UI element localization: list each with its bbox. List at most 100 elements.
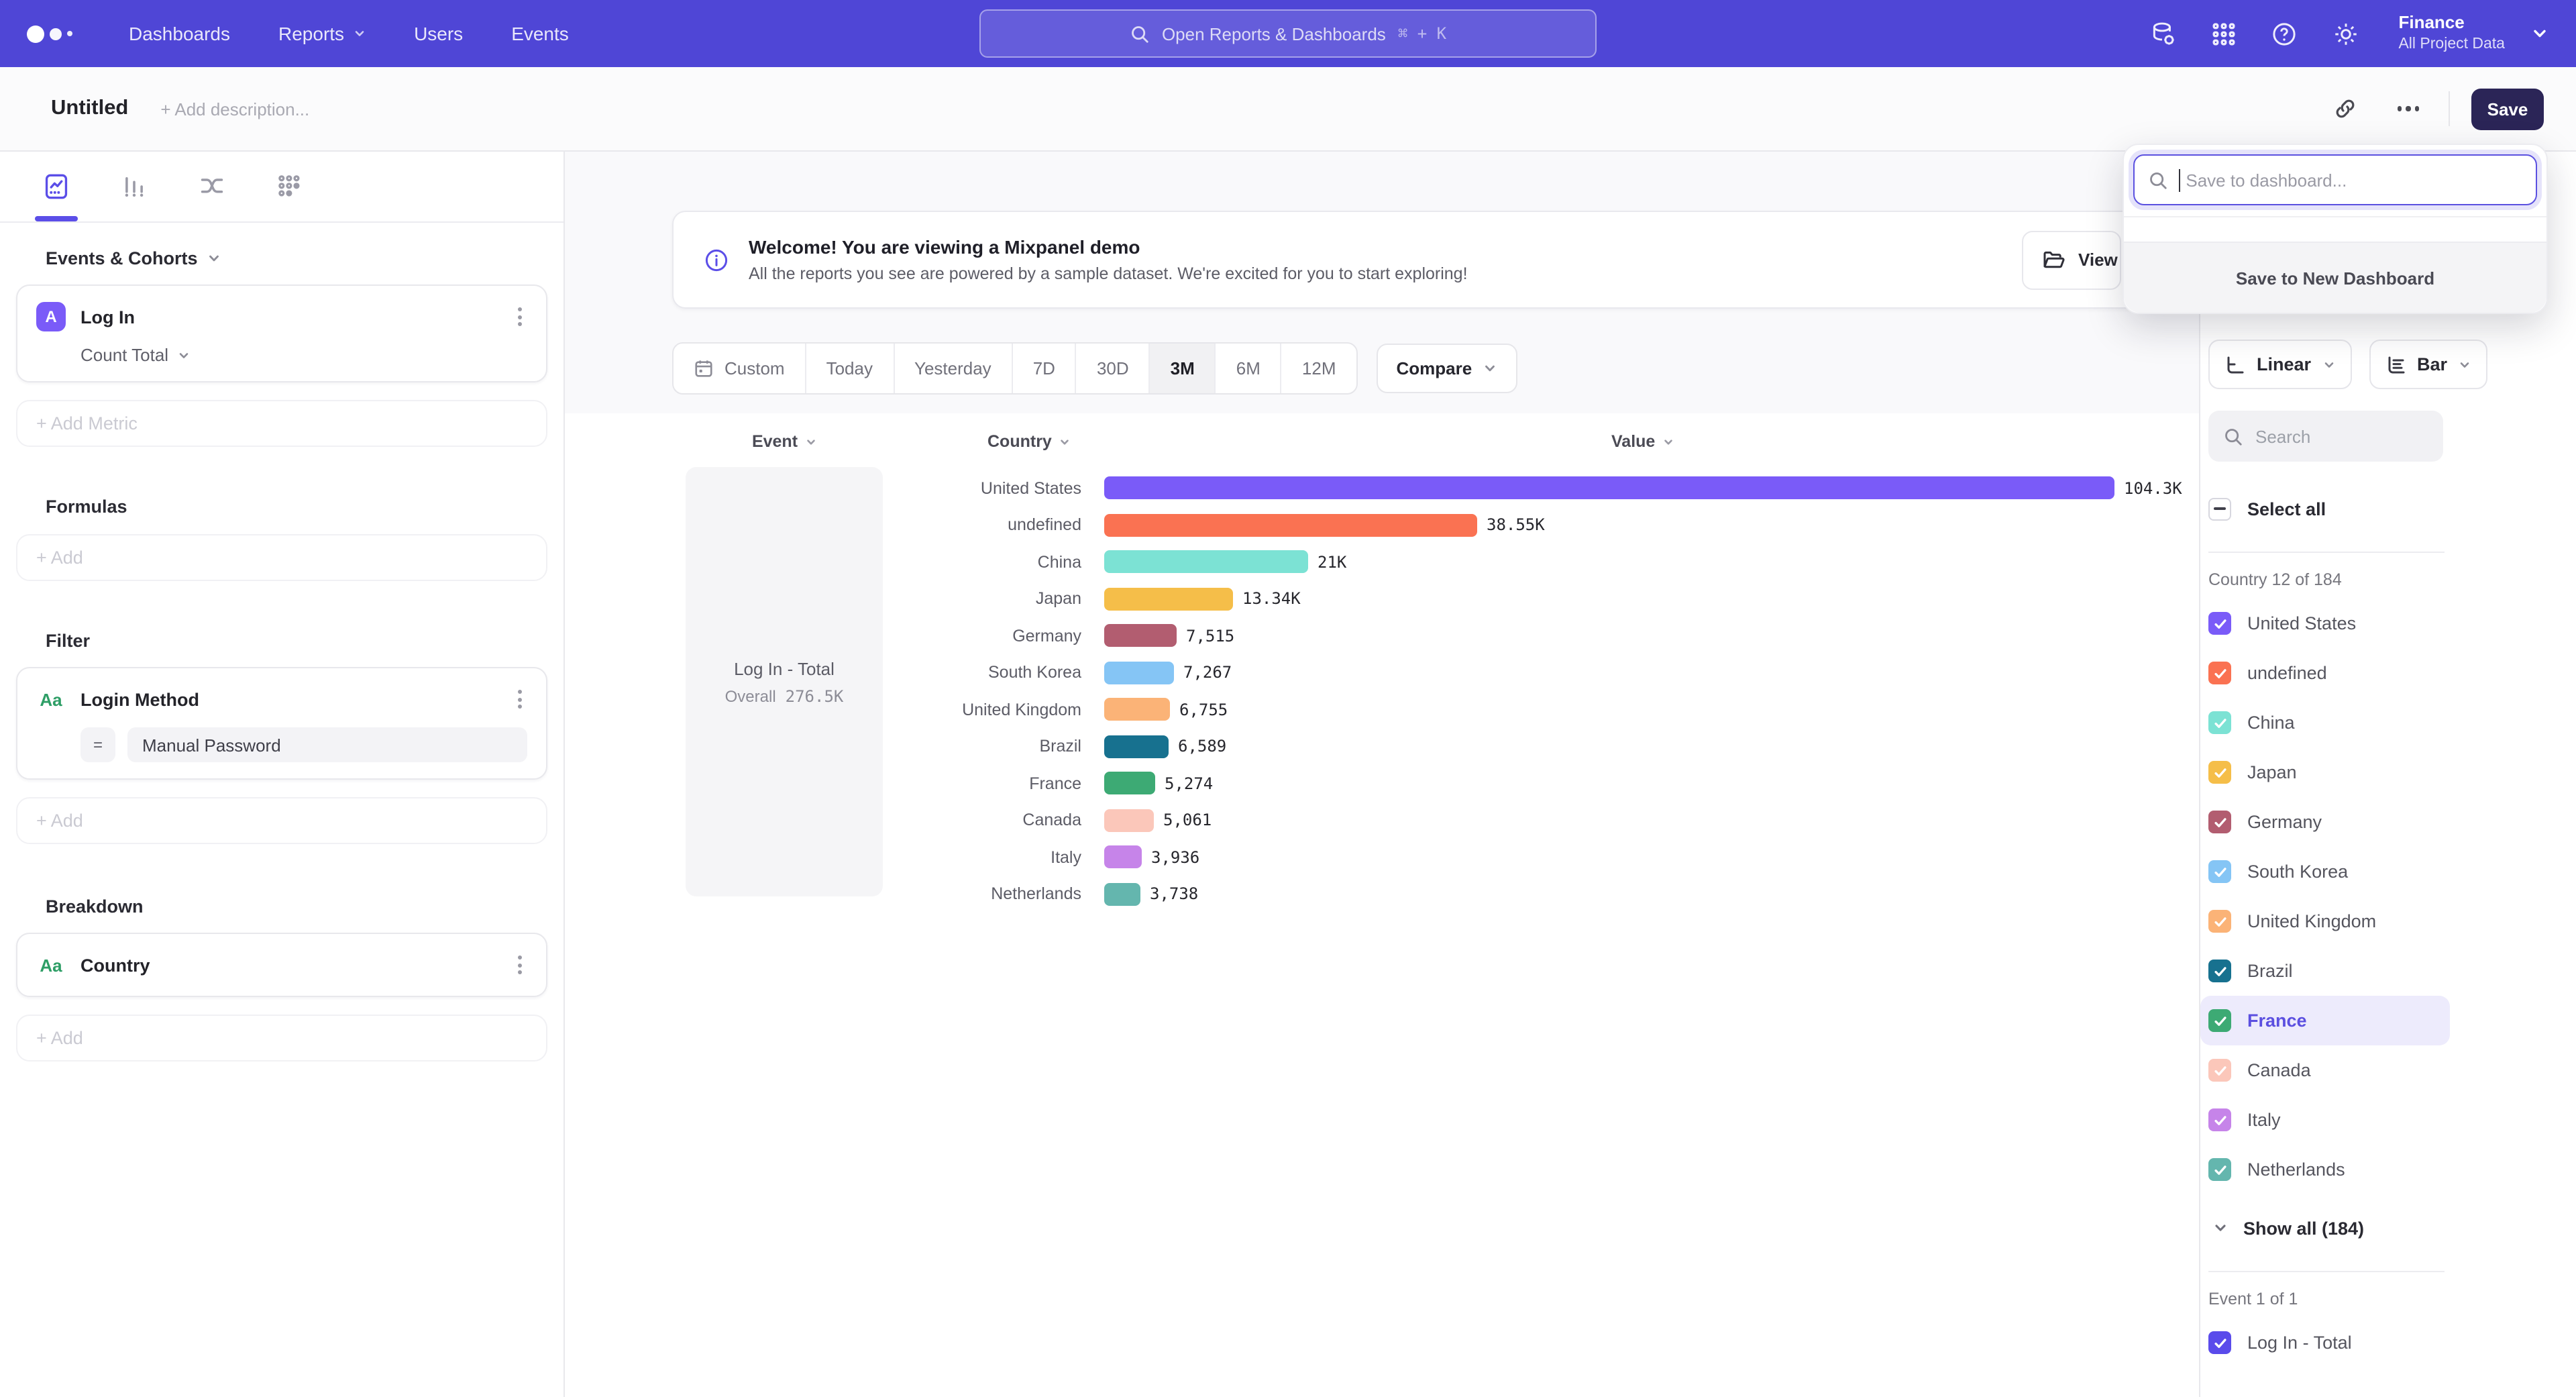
bar-united-kingdom[interactable] (1104, 698, 1170, 721)
mixpanel-logo[interactable] (27, 25, 72, 42)
value-scale-dropdown[interactable]: Linear (2208, 340, 2351, 389)
nav-item-users[interactable]: Users (414, 23, 463, 44)
chart-type-dropdown[interactable]: Bar (2369, 340, 2487, 389)
chevron-down-icon (804, 435, 816, 448)
country-item-netherlands[interactable]: Netherlands (2200, 1145, 2450, 1194)
range-yesterday[interactable]: Yesterday (894, 344, 1013, 393)
column-header-event[interactable]: Event (686, 432, 883, 451)
range-30d[interactable]: 30D (1077, 344, 1150, 393)
breakdown-property-name[interactable]: Country (80, 955, 150, 975)
tab-retention[interactable] (268, 152, 311, 221)
range-12m[interactable]: 12M (1282, 344, 1356, 393)
country-item-france[interactable]: France (2200, 996, 2450, 1045)
show-all-button[interactable]: Show all (184) (2208, 1208, 2576, 1248)
report-title[interactable]: Untitled (51, 97, 128, 121)
add-formula-button[interactable]: + Add (16, 534, 547, 581)
bar-canada[interactable] (1104, 809, 1154, 832)
copy-link-icon[interactable] (2324, 89, 2365, 129)
tab-insights[interactable] (35, 152, 78, 221)
bar-france[interactable] (1104, 772, 1155, 795)
breakdown-kebab-menu[interactable] (513, 950, 527, 980)
event-cell[interactable]: Log In - Total Overall 276.5K (686, 467, 883, 896)
metric-kebab-menu[interactable] (513, 302, 527, 331)
bar-south-korea[interactable] (1104, 662, 1174, 684)
add-breakdown-button[interactable]: + Add (16, 1015, 547, 1062)
legend-search-input[interactable]: Search (2208, 411, 2443, 462)
check-icon (2212, 1112, 2228, 1128)
save-to-new-dashboard-button[interactable]: Save to New Dashboard (2124, 242, 2546, 313)
filter-card-login-method[interactable]: Aa Login Method = Manual Password (16, 667, 547, 780)
save-input-placeholder: Save to dashboard... (2186, 170, 2347, 190)
bar-brazil[interactable] (1104, 735, 1169, 758)
filter-value[interactable]: Manual Password (127, 727, 527, 762)
column-header-country[interactable]: Country (987, 432, 1071, 451)
chart-row-italy: Italy3,936 (887, 839, 2152, 876)
project-switcher[interactable]: Finance All Project Data (2398, 13, 2505, 54)
breakdown-header: Breakdown (46, 896, 547, 917)
project-name: Finance (2398, 13, 2505, 34)
more-options-button[interactable] (2389, 99, 2427, 119)
view-dataset-button[interactable]: View (2022, 230, 2121, 289)
report-main: Welcome! You are viewing a Mixpanel demo… (565, 152, 2199, 1397)
bar-italy[interactable] (1104, 846, 1142, 869)
country-item-undefined[interactable]: undefined (2200, 648, 2450, 698)
data-management-icon[interactable] (2149, 19, 2177, 48)
checkbox-checked-icon (2208, 1059, 2231, 1082)
aggregation-dropdown[interactable]: Count Total (80, 345, 527, 365)
range-3m[interactable]: 3M (1150, 344, 1216, 393)
range-custom[interactable]: Custom (674, 344, 806, 393)
bar-value-label: 3,936 (1151, 848, 1199, 867)
add-metric-button[interactable]: + Add Metric (16, 400, 547, 447)
range-6m[interactable]: 6M (1216, 344, 1282, 393)
tab-funnels[interactable] (113, 152, 156, 221)
country-item-italy[interactable]: Italy (2200, 1095, 2450, 1145)
check-icon (2212, 963, 2228, 979)
nav-item-reports[interactable]: Reports (278, 23, 366, 44)
filter-property-name[interactable]: Login Method (80, 689, 199, 709)
bar-china[interactable] (1104, 551, 1308, 574)
events-cohorts-header[interactable]: Events & Cohorts (46, 248, 547, 268)
bar-undefined[interactable] (1104, 514, 1477, 537)
event-item-log-in-total[interactable]: Log In - Total (2200, 1318, 2450, 1367)
bar-japan[interactable] (1104, 588, 1233, 611)
global-search-button[interactable]: Open Reports & Dashboards ⌘ + K (979, 9, 1597, 58)
country-item-canada[interactable]: Canada (2200, 1045, 2450, 1095)
range-today[interactable]: Today (806, 344, 894, 393)
country-item-south-korea[interactable]: South Korea (2200, 847, 2450, 896)
column-header-value[interactable]: Value (1611, 432, 1674, 451)
filter-kebab-menu[interactable] (513, 684, 527, 714)
metric-card-log-in[interactable]: A Log In Count Total (16, 284, 547, 382)
country-item-japan[interactable]: Japan (2200, 747, 2450, 797)
check-icon (2212, 764, 2228, 780)
search-icon (1130, 23, 1150, 44)
compare-button[interactable]: Compare (1377, 344, 1518, 393)
select-all-checkbox[interactable]: Select all (2208, 488, 2576, 529)
save-to-dashboard-input[interactable]: Save to dashboard... (2133, 154, 2537, 205)
filter-operator[interactable]: = (80, 727, 115, 762)
mixpanel-insights-app: Dashboards Reports Users Events Open Report… (0, 0, 2576, 1397)
project-chevron-down-icon[interactable] (2530, 24, 2549, 43)
save-button[interactable]: Save (2471, 88, 2544, 130)
metric-name[interactable]: Log In (80, 307, 135, 327)
overall-value: 276.5K (786, 686, 844, 705)
country-item-germany[interactable]: Germany (2200, 797, 2450, 847)
bar-united-states[interactable] (1104, 477, 2114, 500)
breakdown-card-country[interactable]: Aa Country (16, 933, 547, 997)
bar-germany[interactable] (1104, 625, 1177, 648)
country-item-china[interactable]: China (2200, 698, 2450, 747)
tab-flows[interactable] (191, 152, 233, 221)
settings-gear-icon[interactable] (2331, 19, 2359, 48)
add-description[interactable]: + Add description... (160, 99, 309, 119)
range-7d[interactable]: 7D (1013, 344, 1077, 393)
nav-item-events[interactable]: Events (511, 23, 569, 44)
nav-item-dashboards[interactable]: Dashboards (129, 23, 230, 44)
country-item-united-states[interactable]: United States (2200, 599, 2450, 648)
apps-grid-icon[interactable] (2210, 21, 2236, 46)
country-item-united-kingdom[interactable]: United Kingdom (2200, 896, 2450, 946)
country-item-brazil[interactable]: Brazil (2200, 946, 2450, 996)
checkbox-checked-icon (2208, 860, 2231, 883)
query-builder-sidebar: Events & Cohorts A Log In Count Total + … (0, 152, 565, 1397)
bar-netherlands[interactable] (1104, 883, 1140, 906)
help-icon[interactable] (2269, 19, 2298, 48)
add-filter-button[interactable]: + Add (16, 797, 547, 844)
